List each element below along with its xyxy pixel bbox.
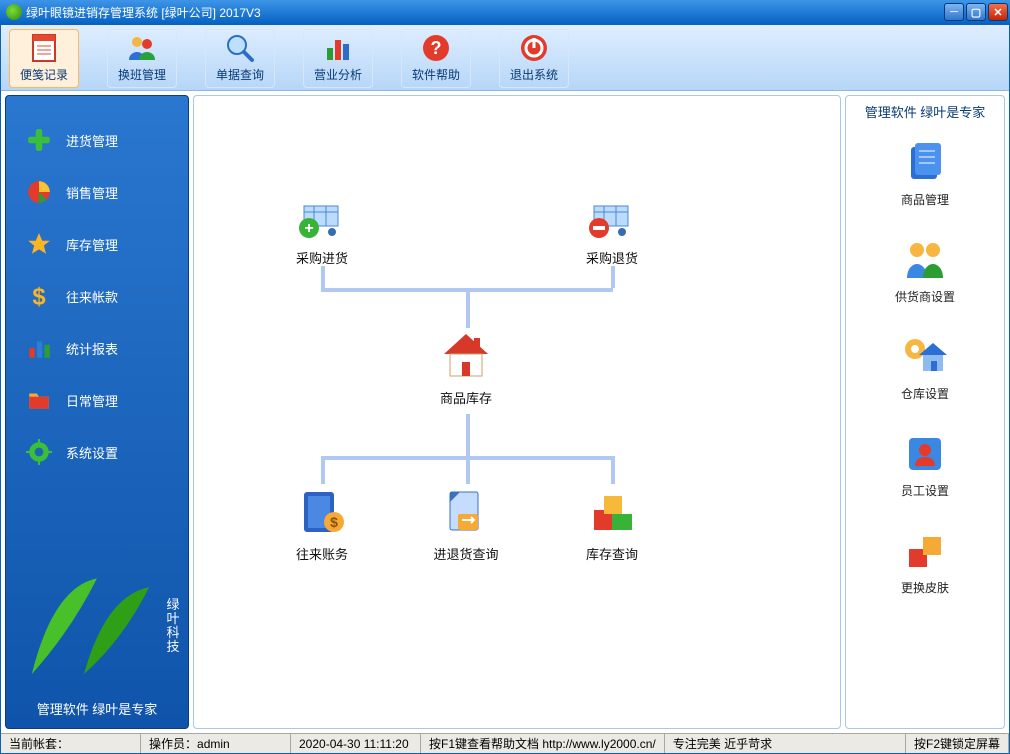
gear-icon bbox=[26, 439, 52, 465]
node-account[interactable]: $ 往来账务 bbox=[282, 484, 362, 563]
pie-icon bbox=[26, 179, 52, 205]
users-icon bbox=[126, 32, 158, 64]
house-gear-icon bbox=[901, 333, 949, 381]
status-url[interactable]: http://www.ly2000.cn/ bbox=[542, 737, 655, 751]
documents-icon bbox=[901, 139, 949, 187]
statusbar: 当前帐套： 操作员：admin 2020-04-30 11:11:20 按F1键… bbox=[1, 733, 1009, 753]
window-title: 绿叶眼镜进销存管理系统 [绿叶公司] 2017V3 bbox=[26, 4, 944, 21]
power-icon bbox=[518, 32, 550, 64]
money-icon: $ bbox=[26, 283, 52, 309]
help-button[interactable]: ? 软件帮助 bbox=[401, 29, 471, 88]
node-inout-query[interactable]: 进退货查询 bbox=[426, 484, 506, 563]
status-motto: 专注完美 近乎苛求 bbox=[665, 734, 906, 753]
notepad-icon bbox=[28, 32, 60, 64]
sidebar-item-label: 往来帐款 bbox=[66, 287, 118, 306]
bill-query-button[interactable]: 单据查询 bbox=[205, 29, 275, 88]
shift-button[interactable]: 换班管理 bbox=[107, 29, 177, 88]
sidebar-item-settings[interactable]: 系统设置 bbox=[6, 426, 188, 478]
svg-text:+: + bbox=[304, 220, 313, 237]
rpanel-goods[interactable]: 商品管理 bbox=[846, 125, 1004, 222]
rpanel-supplier[interactable]: 供货商设置 bbox=[846, 222, 1004, 319]
node-purchase-in[interactable]: + 采购进货 bbox=[282, 188, 362, 267]
cubes-icon bbox=[901, 527, 949, 575]
sidebar-item-label: 库存管理 bbox=[66, 235, 118, 254]
help-icon: ? bbox=[420, 32, 452, 64]
right-panel: 管理软件 绿叶是专家 商品管理 供货商设置 仓库设置 员工设置 更换皮肤 bbox=[845, 95, 1005, 729]
sidebar-item-label: 销售管理 bbox=[66, 183, 118, 202]
status-datetime: 2020-04-30 11:11:20 bbox=[291, 734, 421, 753]
svg-text:$: $ bbox=[330, 514, 338, 530]
app-icon bbox=[6, 4, 22, 20]
folder-icon bbox=[26, 387, 52, 413]
rpanel-employee[interactable]: 员工设置 bbox=[846, 416, 1004, 513]
titlebar: 绿叶眼镜进销存管理系统 [绿叶公司] 2017V3 ─ ▢ ✕ bbox=[0, 0, 1010, 24]
node-purchase-return[interactable]: 采购退货 bbox=[572, 188, 652, 267]
sidebar-item-account[interactable]: $ 往来帐款 bbox=[6, 270, 188, 322]
status-lock: 按F2键锁定屏幕 bbox=[906, 734, 1009, 753]
node-stock[interactable]: 商品库存 bbox=[426, 328, 506, 407]
star-icon bbox=[26, 231, 52, 257]
sidebar: 进货管理 销售管理 库存管理 $ 往来帐款 统计报表 bbox=[5, 95, 189, 729]
employee-icon bbox=[901, 430, 949, 478]
minimize-button[interactable]: ─ bbox=[944, 3, 964, 21]
plus-icon bbox=[26, 127, 52, 153]
rpanel-warehouse[interactable]: 仓库设置 bbox=[846, 319, 1004, 416]
sidebar-slogan: 管理软件 绿叶是专家 bbox=[10, 699, 184, 718]
memo-button[interactable]: 便笺记录 bbox=[9, 29, 79, 88]
status-operator: 操作员：admin bbox=[141, 734, 291, 753]
node-stock-query[interactable]: 库存查询 bbox=[572, 484, 652, 563]
svg-text:?: ? bbox=[431, 38, 442, 58]
cart-remove-icon bbox=[584, 188, 640, 244]
svg-text:$: $ bbox=[32, 284, 45, 309]
sidebar-item-stock[interactable]: 库存管理 bbox=[6, 218, 188, 270]
status-help: 按F1键查看帮助文档 http://www.ly2000.cn/ bbox=[421, 734, 665, 753]
maximize-button[interactable]: ▢ bbox=[966, 3, 986, 21]
boxes-icon bbox=[584, 484, 640, 540]
house-icon bbox=[438, 328, 494, 384]
status-accountset: 当前帐套： bbox=[1, 734, 141, 753]
ledger-icon: $ bbox=[294, 484, 350, 540]
bar-chart-icon bbox=[322, 32, 354, 64]
cart-add-icon: + bbox=[294, 188, 350, 244]
sidebar-item-label: 日常管理 bbox=[66, 391, 118, 410]
sidebar-item-report[interactable]: 统计报表 bbox=[6, 322, 188, 374]
document-swap-icon bbox=[438, 484, 494, 540]
toolbar: 便笺记录 换班管理 单据查询 营业分析 ? 软件帮助 退出系统 bbox=[1, 25, 1009, 91]
people-icon bbox=[901, 236, 949, 284]
sidebar-item-daily[interactable]: 日常管理 bbox=[6, 374, 188, 426]
analysis-button[interactable]: 营业分析 bbox=[303, 29, 373, 88]
rpanel-skin[interactable]: 更换皮肤 bbox=[846, 513, 1004, 610]
right-panel-title: 管理软件 绿叶是专家 bbox=[846, 96, 1004, 125]
bars-icon bbox=[26, 335, 52, 361]
close-button[interactable]: ✕ bbox=[988, 3, 1008, 21]
sidebar-item-sales[interactable]: 销售管理 bbox=[6, 166, 188, 218]
sidebar-item-label: 统计报表 bbox=[66, 339, 118, 358]
main-diagram: + 采购进货 采购退货 商品库存 $ 往来账务 进退货查询 bbox=[193, 95, 841, 729]
sidebar-item-purchase[interactable]: 进货管理 bbox=[6, 114, 188, 166]
exit-button[interactable]: 退出系统 bbox=[499, 29, 569, 88]
magnifier-icon bbox=[224, 32, 256, 64]
brand-logo: 绿叶科技 bbox=[10, 561, 184, 691]
sidebar-item-label: 系统设置 bbox=[66, 443, 118, 462]
sidebar-item-label: 进货管理 bbox=[66, 131, 118, 150]
